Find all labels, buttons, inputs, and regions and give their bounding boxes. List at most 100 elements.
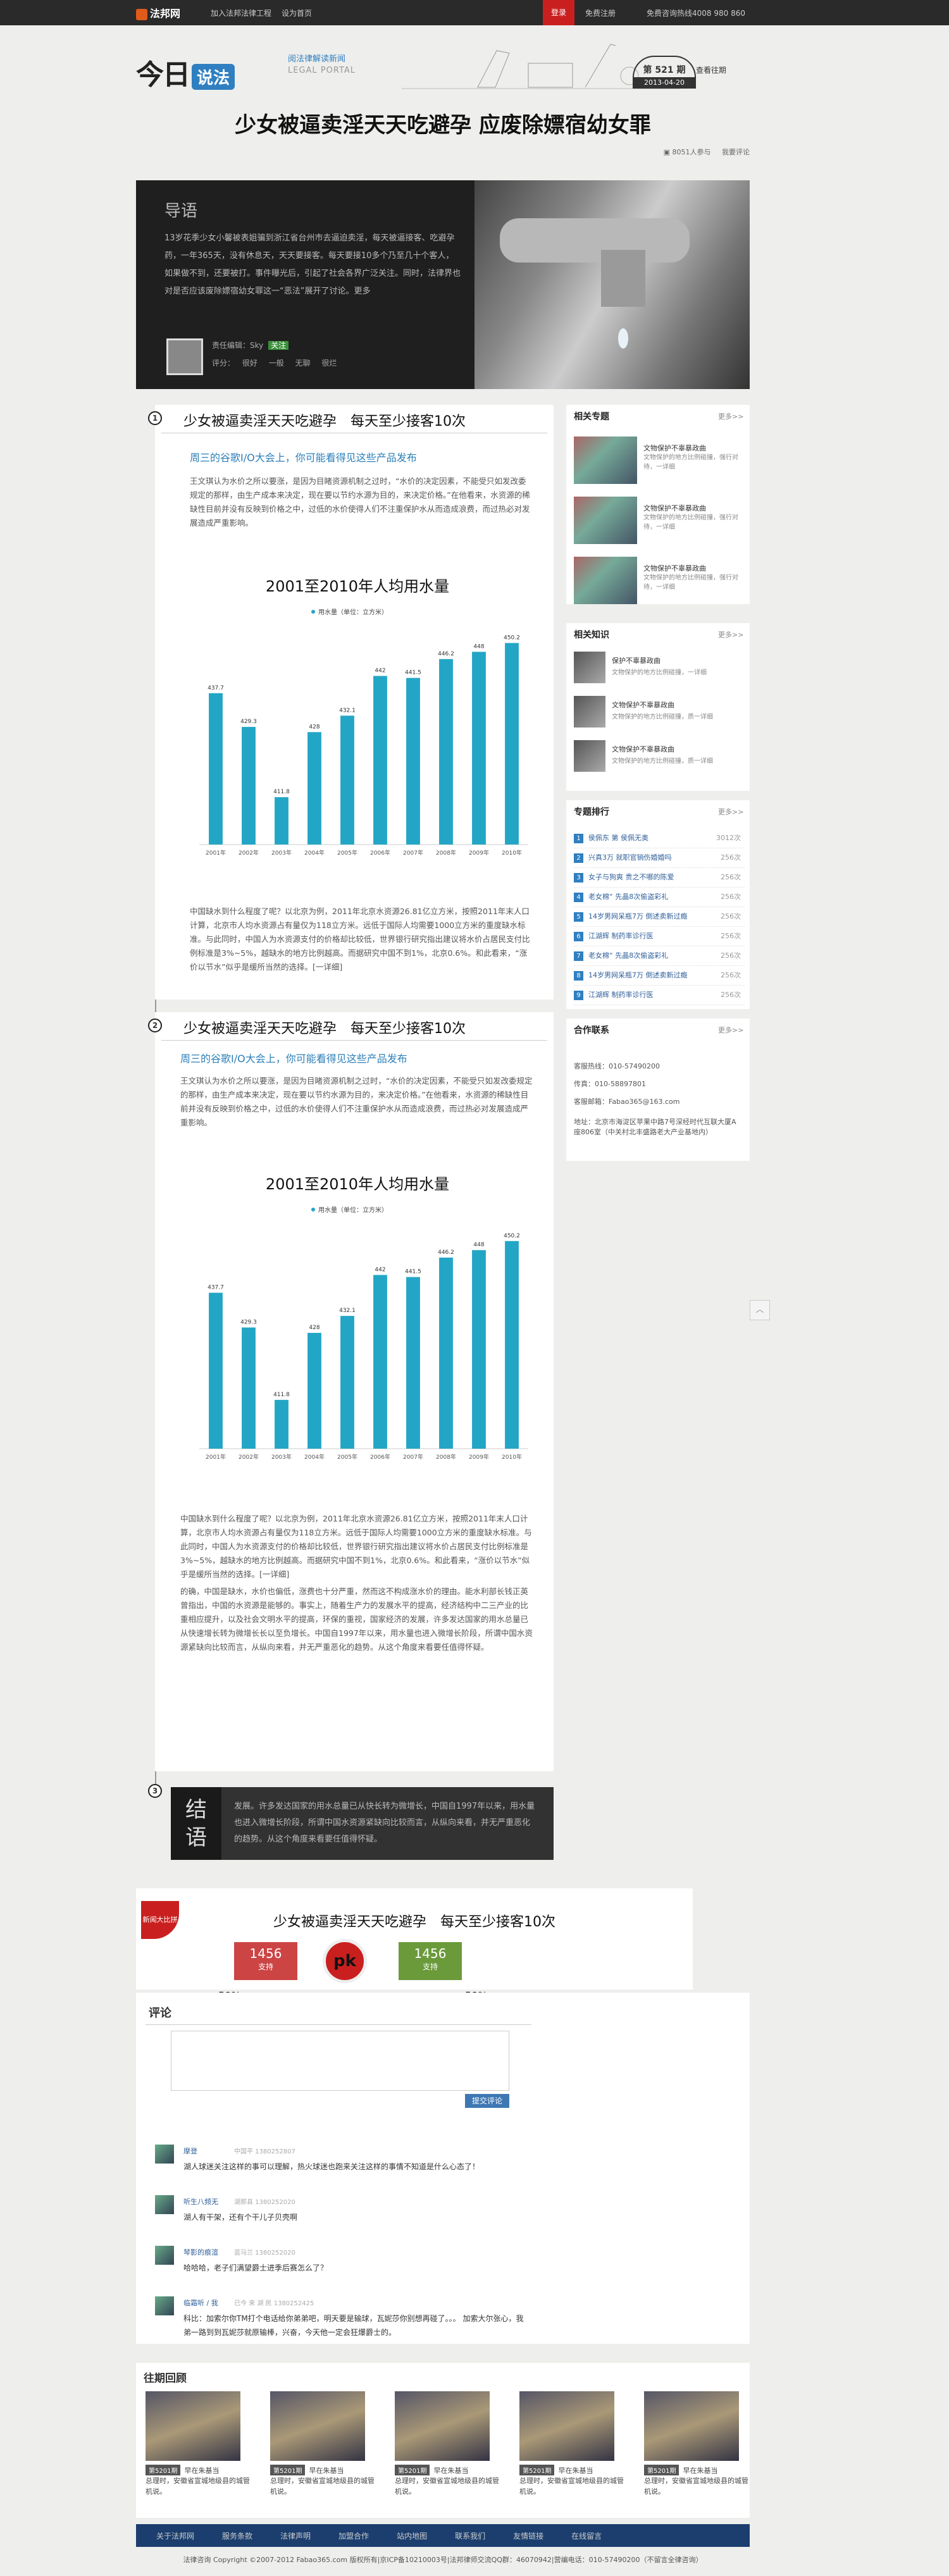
vote-support-right[interactable]: 1456 支持 [399, 1942, 462, 1980]
ranking-item[interactable]: 1 侯佩东 第 侯佩无奥 3012次 [574, 829, 745, 848]
past-thumbnail[interactable] [270, 2391, 365, 2461]
ranking-title[interactable]: 14岁男网呆瓶7万 倒述卖新过瘾 [588, 971, 688, 979]
past-title[interactable]: 早在朱基当 [184, 2467, 219, 2475]
past-item[interactable]: 第5201期 早在朱基当 总理时，安徽省宣城地级县的城管机说。 [644, 2391, 752, 2497]
ranking-title[interactable]: 兴真3万 就职官销伤婚婚吗 [588, 853, 672, 862]
comment-user[interactable]: 摩登 [183, 2146, 197, 2156]
follow-tag[interactable]: 关注 [268, 341, 289, 350]
ranking-item[interactable]: 3 女子与狗爽 贵之不哪的陈爱 256次 [574, 868, 745, 888]
topic-title[interactable]: 文物保护不辜暴政曲 [643, 503, 706, 513]
submit-comment-button[interactable]: 提交评论 [465, 2094, 509, 2108]
ranking-item[interactable]: 4 老女棉“ 先晶8次偷盗彩礼 256次 [574, 888, 745, 907]
topic-item[interactable]: 文物保护不辜暴政曲 文物保护的地方比例碰撞，强行对待，一详细 [574, 557, 745, 617]
section-subtitle[interactable]: 周三的谷歌I/O大会上，你可能看得见这些产品发布 [190, 449, 417, 464]
more-link[interactable]: 更多>> [718, 629, 743, 640]
bar [406, 1277, 420, 1449]
past-issue-tag: 第5201期 [395, 2465, 430, 2475]
ranking-title[interactable]: 江湖辉 制药率诊行医 [588, 932, 654, 940]
ranking-count: 256次 [721, 893, 741, 901]
editor-avatar [166, 338, 203, 375]
join-link[interactable]: 加入法邦法律工程 [211, 8, 271, 18]
knowledge-title[interactable]: 保护不辜暴政曲 [612, 655, 661, 666]
ranking-item[interactable]: 9 江湖辉 制药率诊行医 256次 [574, 986, 745, 1005]
past-heading: 往期回顾 [144, 2372, 187, 2385]
comment-link[interactable]: 我要评论 [722, 148, 750, 156]
topic-item[interactable]: 文物保护不辜暴政曲 文物保护的地方比例碰撞，强行对待，一详细 [574, 437, 745, 497]
more-link[interactable]: 更多>> [718, 807, 743, 817]
intro-text: 13岁花季少女小馨被表姐骗到浙江省台州市去逼迫卖淫，每天被逼接客、吃避孕药，一年… [164, 233, 461, 296]
conclusion-number: 3 [148, 1784, 162, 1798]
past-thumbnail[interactable] [519, 2391, 614, 2461]
more-link[interactable]: 更多>> [718, 1025, 743, 1035]
footer-link[interactable]: 法律声明 [280, 2532, 311, 2541]
ranking-title[interactable]: 14岁男网呆瓶7万 倒述卖新过瘾 [588, 912, 688, 920]
past-title[interactable]: 早在朱基当 [558, 2467, 593, 2475]
comment-user[interactable]: 听生八频无 [183, 2196, 218, 2207]
footer-link[interactable]: 关于法邦网 [156, 2532, 194, 2541]
user-avatar[interactable] [155, 2145, 174, 2164]
set-homepage-link[interactable]: 设为首页 [282, 8, 312, 18]
footer-link[interactable]: 加盟合作 [338, 2532, 369, 2541]
rate-average[interactable]: 一般 [269, 359, 284, 368]
knowledge-item[interactable]: 文物保护不辜暴政曲 文物保护的地方比例碰撞，质一详细 [574, 740, 745, 784]
ranking-title[interactable]: 老女棉“ 先晶8次偷盗彩礼 [588, 951, 668, 960]
ranking-item[interactable]: 6 江湖辉 制药率诊行医 256次 [574, 927, 745, 946]
ranking-item[interactable]: 5 14岁男网呆瓶7万 倒述卖新过瘾 256次 [574, 907, 745, 927]
footer-link[interactable]: 友情链接 [513, 2532, 543, 2541]
ranking-item[interactable]: 7 老女棉“ 先晶8次偷盗彩礼 256次 [574, 946, 745, 966]
topic-title[interactable]: 文物保护不辜暴政曲 [643, 563, 706, 573]
register-link[interactable]: 免费注册 [585, 8, 616, 18]
topic-item[interactable]: 文物保护不辜暴政曲 文物保护的地方比例碰撞，强行对待，一详细 [574, 497, 745, 557]
section-subtitle[interactable]: 周三的谷歌I/O大会上，你可能看得见这些产品发布 [180, 1050, 407, 1065]
past-thumbnail[interactable] [395, 2391, 490, 2461]
user-avatar[interactable] [155, 2296, 174, 2315]
user-avatar[interactable] [155, 2246, 174, 2265]
footer-link[interactable]: 联系我们 [455, 2532, 485, 2541]
knowledge-avatar [574, 696, 605, 728]
login-button[interactable]: 登录 [543, 0, 574, 25]
ranking-title[interactable]: 江湖辉 制药率诊行医 [588, 991, 654, 999]
footer-link[interactable]: 站内地图 [397, 2532, 427, 2541]
past-item[interactable]: 第5201期 早在朱基当 总理时，安徽省宣城地级县的城管机说。 [395, 2391, 502, 2497]
comment-input[interactable] [171, 2031, 509, 2091]
past-issues-link[interactable]: 查看往期 [696, 65, 726, 75]
past-title[interactable]: 早在朱基当 [433, 2467, 468, 2475]
past-title[interactable]: 早在朱基当 [683, 2467, 717, 2475]
footer-link[interactable]: 在线留言 [571, 2532, 602, 2541]
past-title[interactable]: 早在朱基当 [309, 2467, 344, 2475]
rate-boring[interactable]: 无聊 [295, 359, 311, 368]
ranking-item[interactable]: 8 14岁男网呆瓶7万 倒述卖新过瘾 256次 [574, 966, 745, 986]
comment-user[interactable]: 琴影的痕渲 [183, 2247, 218, 2257]
knowledge-item[interactable]: 保护不辜暴政曲 文物保护的地方比例碰撞，一详细 [574, 652, 745, 696]
rating-bar: 评分： 很好 一般 无聊 很烂 [212, 359, 337, 368]
past-thumbnail[interactable] [644, 2391, 739, 2461]
knowledge-title[interactable]: 文物保护不辜暴政曲 [612, 700, 674, 710]
bar-value-label: 441.5 [405, 670, 421, 676]
bar-value-label: 446.2 [438, 1249, 454, 1256]
more-link[interactable]: 更多>> [718, 411, 743, 421]
past-item[interactable]: 第5201期 早在朱基当 总理时，安徽省宣城地级县的城管机说。 [519, 2391, 627, 2497]
scroll-top-button[interactable]: ︿ [750, 1300, 770, 1320]
past-item[interactable]: 第5201期 早在朱基当 总理时，安徽省宣城地级县的城管机说。 [270, 2391, 378, 2497]
user-avatar[interactable] [155, 2195, 174, 2214]
chart-legend: 用水量（单位：立方米） [318, 608, 388, 616]
site-logo[interactable]: 法邦网 [136, 5, 192, 20]
ranking-title[interactable]: 女子与狗爽 贵之不哪的陈爱 [588, 873, 674, 881]
past-thumbnail[interactable] [146, 2391, 240, 2461]
brand-logo[interactable]: 今日 说法 [136, 52, 235, 92]
ranking-title[interactable]: 侯佩东 第 侯佩无奥 [588, 834, 648, 842]
side-heading: 相关知识 [574, 630, 609, 640]
knowledge-item[interactable]: 文物保护不辜暴政曲 文物保护的地方比例碰撞，质一详细 [574, 696, 745, 740]
past-item[interactable]: 第5201期 早在朱基当 总理时，安徽省宣城地级县的城管机说。 [146, 2391, 253, 2497]
knowledge-title[interactable]: 文物保护不辜暴政曲 [612, 744, 674, 754]
ranking-title[interactable]: 老女棉“ 先晶8次偷盗彩礼 [588, 893, 668, 901]
comment-user[interactable]: 临霜听 / 我 [183, 2298, 218, 2308]
x-tick-label: 2003年 [271, 1453, 292, 1461]
rate-good[interactable]: 很好 [242, 359, 257, 368]
ranking-item[interactable]: 2 兴真3万 就职官销伤婚婚吗 256次 [574, 848, 745, 868]
editor-info: 责任编辑：Sky 关注 [212, 340, 289, 350]
vote-support-left[interactable]: 1456 支持 [234, 1942, 297, 1980]
footer-link[interactable]: 服务条款 [222, 2532, 252, 2541]
rate-bad[interactable]: 很烂 [321, 359, 337, 368]
topic-title[interactable]: 文物保护不辜暴政曲 [643, 443, 706, 453]
